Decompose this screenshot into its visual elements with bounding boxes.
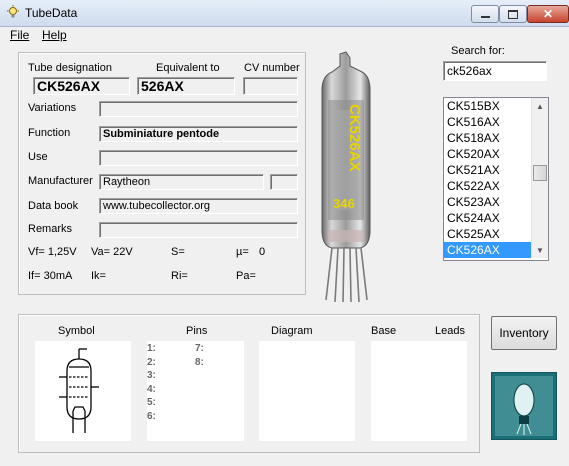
- tube-designation-field[interactable]: CK526AX: [33, 77, 130, 95]
- list-scrollbar[interactable]: ▲ ▼: [531, 98, 548, 258]
- mu-label: µ=: [236, 246, 249, 258]
- mu-value: 0: [259, 246, 266, 258]
- pin-label: 3:: [147, 370, 156, 381]
- manufacturer-extra-field[interactable]: [270, 174, 298, 190]
- ik-value: Ik=: [91, 270, 106, 282]
- tube-designation-label: Tube designation: [28, 62, 112, 74]
- databook-label: Data book: [28, 200, 79, 212]
- menu-help[interactable]: Help: [42, 28, 67, 42]
- scroll-down-icon[interactable]: ▼: [532, 242, 548, 258]
- menu-bar: [0, 27, 569, 45]
- equivalent-field[interactable]: 526AX: [137, 77, 235, 95]
- pin-label: 6:: [147, 410, 156, 422]
- variations-field[interactable]: [99, 101, 298, 117]
- equivalent-label: Equivalent to: [156, 62, 220, 74]
- variations-label: Variations: [28, 102, 77, 114]
- function-label: Function: [28, 127, 71, 139]
- pin-label: 8:: [195, 356, 204, 368]
- pin-label: 4:: [147, 383, 156, 395]
- close-icon: ✕: [542, 7, 554, 21]
- search-label: Search for:: [451, 45, 505, 57]
- pentode-symbol-icon: [59, 348, 99, 433]
- remarks-label: Remarks: [28, 223, 73, 235]
- diagram-panel: [259, 341, 355, 441]
- pin-label: 2:: [147, 356, 156, 368]
- use-label: Use: [28, 151, 48, 163]
- minimize-button[interactable]: [471, 5, 499, 23]
- tube-print-text: CK526AX: [346, 104, 363, 172]
- pa-value: Pa=: [236, 270, 256, 282]
- diagram-label: Diagram: [271, 325, 313, 337]
- minimize-icon: [480, 16, 490, 18]
- pins-panel: 1: 2: 3: 4: 5: 6: 7: 8:: [147, 341, 244, 441]
- if-value: If= 30mA: [28, 270, 73, 282]
- pin-label: 7:: [195, 343, 204, 354]
- remarks-field[interactable]: [99, 222, 298, 238]
- va-value: Va= 22V: [91, 246, 133, 258]
- leads-label: Leads: [435, 325, 465, 337]
- use-field[interactable]: [99, 150, 298, 166]
- tube-photo: CK526AX 346: [321, 51, 371, 303]
- pin-label: 5:: [147, 397, 156, 408]
- manufacturer-field[interactable]: Raytheon: [99, 174, 264, 190]
- tube-print-code: 346: [333, 196, 355, 211]
- window-title: TubeData: [25, 6, 78, 20]
- pins-left-column: 1: 2: 3: 4: 5: 6:: [147, 343, 156, 424]
- vf-value: Vf= 1,25V: [28, 246, 77, 258]
- pin-label: 1:: [147, 343, 156, 354]
- pins-label: Pins: [186, 325, 208, 337]
- scroll-up-icon[interactable]: ▲: [532, 98, 548, 114]
- menu-file[interactable]: File: [10, 28, 29, 42]
- symbol-label: Symbol: [58, 325, 95, 337]
- tube-list[interactable]: CK515BX CK516AX CK518AX CK520AX CK521AX CK522…: [443, 97, 549, 261]
- cv-number-field[interactable]: [243, 77, 298, 95]
- cv-number-label: CV number: [244, 62, 300, 74]
- scroll-thumb[interactable]: [533, 165, 547, 181]
- ri-value: Ri=: [171, 270, 188, 282]
- symbol-panel: [35, 341, 131, 441]
- manufacturer-label: Manufacturer: [28, 175, 93, 187]
- pins-right-column: 7: 8:: [195, 343, 204, 370]
- base-label: Base: [371, 325, 397, 337]
- search-input[interactable]: ck526ax: [443, 61, 547, 81]
- s-value: S=: [171, 246, 185, 258]
- inventory-button[interactable]: Inventory: [491, 316, 557, 350]
- lightbulb-icon: [7, 5, 19, 18]
- function-field[interactable]: Subminiature pentode: [99, 126, 298, 142]
- maximize-icon: [508, 9, 518, 19]
- databook-field[interactable]: www.tubecollector.org: [99, 198, 298, 214]
- base-leads-panel: [371, 341, 467, 441]
- tubedata-logo: [491, 372, 557, 440]
- maximize-button[interactable]: [499, 5, 527, 23]
- close-button[interactable]: ✕: [527, 5, 569, 23]
